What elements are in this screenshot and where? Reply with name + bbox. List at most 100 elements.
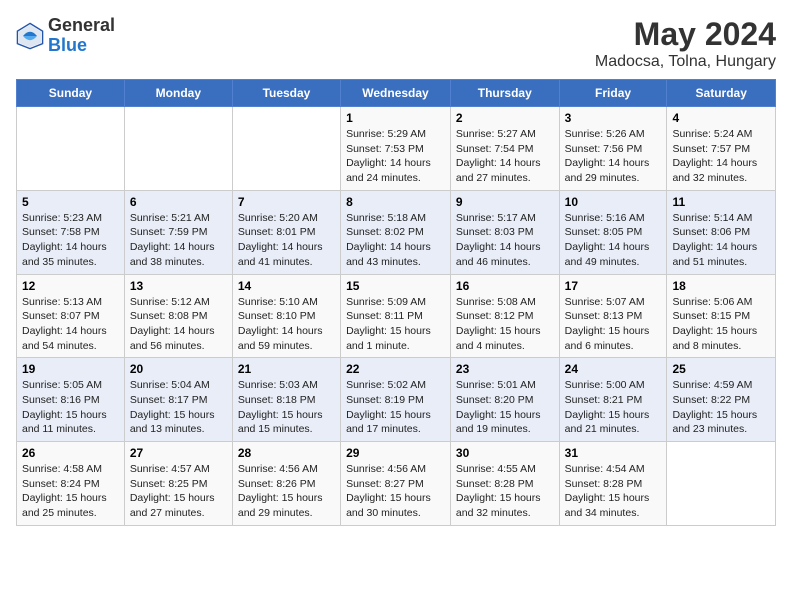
- day-info: Sunrise: 5:18 AM Sunset: 8:02 PM Dayligh…: [346, 211, 445, 270]
- calendar-title: May 2024: [595, 16, 776, 53]
- calendar-cell: [667, 442, 776, 526]
- day-info: Sunrise: 5:12 AM Sunset: 8:08 PM Dayligh…: [130, 295, 227, 354]
- calendar-cell: 27 Sunrise: 4:57 AM Sunset: 8:25 PM Dayli…: [124, 442, 232, 526]
- day-number: 21: [238, 362, 335, 376]
- day-number: 20: [130, 362, 227, 376]
- logo-text: General Blue: [48, 16, 115, 56]
- day-number: 26: [22, 446, 119, 460]
- calendar-cell: 23Sunrise: 5:01 AM Sunset: 8:20 PM Dayli…: [450, 358, 559, 442]
- logo-line1: General: [48, 16, 115, 36]
- day-info: Sunrise: 5:24 AM Sunset: 7:57 PM Dayligh…: [672, 127, 770, 186]
- day-info: Sunrise: 5:02 AM Sunset: 8:19 PM Dayligh…: [346, 378, 445, 437]
- day-info: Sunrise: 4:59 AM Sunset: 8:22 PM Dayligh…: [672, 378, 770, 437]
- calendar-cell: 17 Sunrise: 5:07 AM Sunset: 8:13 PM Dayli…: [559, 274, 667, 358]
- day-number: 11: [672, 195, 770, 209]
- weekday-header: Wednesday: [341, 80, 451, 107]
- calendar-cell: 22 Sunrise: 5:02 AM Sunset: 8:19 PM Dayli…: [341, 358, 451, 442]
- day-info: Sunrise: 5:13 AM Sunset: 8:07 PM Dayligh…: [22, 295, 119, 354]
- day-number: 8: [346, 195, 445, 209]
- day-info: Sunrise: 4:55 AM Sunset: 8:28 PM Dayligh…: [456, 462, 554, 521]
- calendar-week-row: 1 Sunrise: 5:29 AM Sunset: 7:53 PM Daylig…: [17, 107, 776, 191]
- day-info: Sunrise: 5:07 AM Sunset: 8:13 PM Dayligh…: [565, 295, 662, 354]
- logo: General Blue: [16, 16, 115, 56]
- calendar-cell: 30Sunrise: 4:55 AM Sunset: 8:28 PM Dayli…: [450, 442, 559, 526]
- calendar-cell: 24Sunrise: 5:00 AM Sunset: 8:21 PM Dayli…: [559, 358, 667, 442]
- day-info: Sunrise: 4:56 AM Sunset: 8:27 PM Dayligh…: [346, 462, 445, 521]
- calendar-cell: 1 Sunrise: 5:29 AM Sunset: 7:53 PM Daylig…: [341, 107, 451, 191]
- day-info: Sunrise: 5:23 AM Sunset: 7:58 PM Dayligh…: [22, 211, 119, 270]
- page-header: General Blue May 2024 Madocsa, Tolna, Hu…: [16, 16, 776, 71]
- calendar-cell: 28 Sunrise: 4:56 AM Sunset: 8:26 PM Dayli…: [232, 442, 340, 526]
- calendar-cell: 8 Sunrise: 5:18 AM Sunset: 8:02 PM Daylig…: [341, 190, 451, 274]
- day-number: 1: [346, 111, 445, 125]
- calendar-cell: 5 Sunrise: 5:23 AM Sunset: 7:58 PM Daylig…: [17, 190, 125, 274]
- calendar-cell: [124, 107, 232, 191]
- day-info: Sunrise: 5:10 AM Sunset: 8:10 PM Dayligh…: [238, 295, 335, 354]
- day-number: 25: [672, 362, 770, 376]
- day-number: 12: [22, 279, 119, 293]
- day-number: 28: [238, 446, 335, 460]
- calendar-table: SundayMondayTuesdayWednesdayThursdayFrid…: [16, 79, 776, 526]
- day-number: 14: [238, 279, 335, 293]
- weekday-header: Monday: [124, 80, 232, 107]
- calendar-week-row: 12 Sunrise: 5:13 AM Sunset: 8:07 PM Dayli…: [17, 274, 776, 358]
- day-info: Sunrise: 5:21 AM Sunset: 7:59 PM Dayligh…: [130, 211, 227, 270]
- day-number: 18: [672, 279, 770, 293]
- day-number: 4: [672, 111, 770, 125]
- calendar-cell: 15 Sunrise: 5:09 AM Sunset: 8:11 PM Dayli…: [341, 274, 451, 358]
- day-number: 6: [130, 195, 227, 209]
- day-info: Sunrise: 5:26 AM Sunset: 7:56 PM Dayligh…: [565, 127, 662, 186]
- calendar-cell: 31 Sunrise: 4:54 AM Sunset: 8:28 PM Dayli…: [559, 442, 667, 526]
- day-number: 27: [130, 446, 227, 460]
- day-number: 24: [565, 362, 662, 376]
- day-number: 3: [565, 111, 662, 125]
- weekday-header-row: SundayMondayTuesdayWednesdayThursdayFrid…: [17, 80, 776, 107]
- day-number: 17: [565, 279, 662, 293]
- day-number: 31: [565, 446, 662, 460]
- day-number: 2: [456, 111, 554, 125]
- day-number: 23: [456, 362, 554, 376]
- day-number: 15: [346, 279, 445, 293]
- calendar-cell: 3 Sunrise: 5:26 AM Sunset: 7:56 PM Daylig…: [559, 107, 667, 191]
- calendar-cell: 16 Sunrise: 5:08 AM Sunset: 8:12 PM Dayli…: [450, 274, 559, 358]
- day-info: Sunrise: 5:08 AM Sunset: 8:12 PM Dayligh…: [456, 295, 554, 354]
- weekday-header: Sunday: [17, 80, 125, 107]
- day-info: Sunrise: 4:54 AM Sunset: 8:28 PM Dayligh…: [565, 462, 662, 521]
- day-info: Sunrise: 5:16 AM Sunset: 8:05 PM Dayligh…: [565, 211, 662, 270]
- calendar-week-row: 26Sunrise: 4:58 AM Sunset: 8:24 PM Dayli…: [17, 442, 776, 526]
- day-number: 13: [130, 279, 227, 293]
- day-number: 16: [456, 279, 554, 293]
- day-info: Sunrise: 4:57 AM Sunset: 8:25 PM Dayligh…: [130, 462, 227, 521]
- day-info: Sunrise: 5:05 AM Sunset: 8:16 PM Dayligh…: [22, 378, 119, 437]
- title-block: May 2024 Madocsa, Tolna, Hungary: [595, 16, 776, 71]
- day-number: 22: [346, 362, 445, 376]
- calendar-cell: 18Sunrise: 5:06 AM Sunset: 8:15 PM Dayli…: [667, 274, 776, 358]
- day-number: 9: [456, 195, 554, 209]
- calendar-cell: [17, 107, 125, 191]
- calendar-week-row: 5 Sunrise: 5:23 AM Sunset: 7:58 PM Daylig…: [17, 190, 776, 274]
- day-info: Sunrise: 5:20 AM Sunset: 8:01 PM Dayligh…: [238, 211, 335, 270]
- day-info: Sunrise: 5:29 AM Sunset: 7:53 PM Dayligh…: [346, 127, 445, 186]
- calendar-cell: [232, 107, 340, 191]
- weekday-header: Friday: [559, 80, 667, 107]
- calendar-cell: 29Sunrise: 4:56 AM Sunset: 8:27 PM Dayli…: [341, 442, 451, 526]
- day-info: Sunrise: 5:09 AM Sunset: 8:11 PM Dayligh…: [346, 295, 445, 354]
- day-info: Sunrise: 5:14 AM Sunset: 8:06 PM Dayligh…: [672, 211, 770, 270]
- calendar-cell: 2Sunrise: 5:27 AM Sunset: 7:54 PM Daylig…: [450, 107, 559, 191]
- calendar-cell: 4 Sunrise: 5:24 AM Sunset: 7:57 PM Daylig…: [667, 107, 776, 191]
- calendar-cell: 11 Sunrise: 5:14 AM Sunset: 8:06 PM Dayli…: [667, 190, 776, 274]
- calendar-cell: 9 Sunrise: 5:17 AM Sunset: 8:03 PM Daylig…: [450, 190, 559, 274]
- day-info: Sunrise: 4:56 AM Sunset: 8:26 PM Dayligh…: [238, 462, 335, 521]
- calendar-cell: 13 Sunrise: 5:12 AM Sunset: 8:08 PM Dayli…: [124, 274, 232, 358]
- calendar-cell: 19 Sunrise: 5:05 AM Sunset: 8:16 PM Dayli…: [17, 358, 125, 442]
- day-number: 10: [565, 195, 662, 209]
- day-number: 5: [22, 195, 119, 209]
- weekday-header: Saturday: [667, 80, 776, 107]
- weekday-header: Thursday: [450, 80, 559, 107]
- weekday-header: Tuesday: [232, 80, 340, 107]
- day-number: 19: [22, 362, 119, 376]
- calendar-cell: 26Sunrise: 4:58 AM Sunset: 8:24 PM Dayli…: [17, 442, 125, 526]
- day-info: Sunrise: 5:17 AM Sunset: 8:03 PM Dayligh…: [456, 211, 554, 270]
- calendar-cell: 20 Sunrise: 5:04 AM Sunset: 8:17 PM Dayli…: [124, 358, 232, 442]
- day-info: Sunrise: 5:04 AM Sunset: 8:17 PM Dayligh…: [130, 378, 227, 437]
